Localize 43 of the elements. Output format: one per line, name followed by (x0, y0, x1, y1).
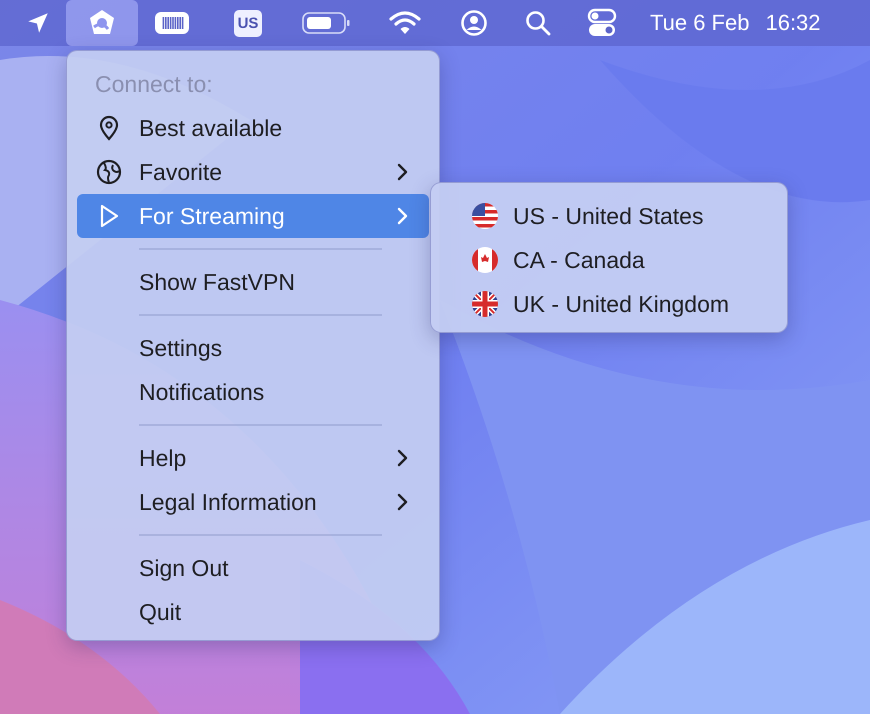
user-circle-icon (460, 9, 488, 37)
menu-item-label: Sign Out (139, 554, 230, 582)
menu-item[interactable]: Best available (77, 106, 429, 150)
menu-item-label: Notifications (139, 378, 266, 406)
menu-item[interactable]: US - United States (441, 194, 777, 238)
menu-item[interactable]: CA - Canada (441, 238, 777, 282)
menu-item[interactable]: Help (77, 436, 429, 480)
menu-item-label: Settings (139, 334, 224, 362)
input-source-button[interactable]: US (206, 0, 290, 46)
menu-item[interactable]: Settings (77, 326, 429, 370)
menu-item-label: Legal Information (139, 488, 318, 516)
battery-icon (301, 10, 351, 36)
menu-item-label: UK - United Kingdom (513, 290, 730, 318)
menu-item[interactable]: For Streaming (77, 194, 429, 238)
wifi-icon (389, 10, 421, 36)
menu-item[interactable]: UK - United Kingdom (441, 282, 777, 326)
menu-item[interactable]: Notifications (77, 370, 429, 414)
menu-item-label: Quit (139, 598, 182, 626)
status-icon-button[interactable] (66, 0, 138, 46)
menu-item[interactable]: Show FastVPN (77, 260, 429, 304)
menu-item[interactable]: Sign Out (77, 546, 429, 590)
flag-icon (471, 246, 499, 274)
menu-item-label: Favorite (139, 158, 224, 186)
menu-item[interactable]: Legal Information (77, 480, 429, 524)
menu-bar-time[interactable]: 16:32 (765, 10, 821, 36)
menu-item-label: For Streaming (139, 202, 286, 230)
toggle-switches-icon (587, 8, 617, 38)
menu-bar-date[interactable]: Tue 6 Feb (650, 10, 750, 36)
menu-item-label: CA - Canada (513, 246, 645, 274)
map-pin-icon (98, 115, 120, 141)
menu-item-label: Best available (139, 114, 284, 142)
globe-icon (96, 159, 122, 185)
menu-item[interactable]: Favorite (77, 150, 429, 194)
flag-icon (471, 202, 499, 230)
search-icon (524, 9, 552, 37)
menu-item-label: Show FastVPN (139, 268, 296, 296)
menu-item-label: Help (139, 444, 188, 472)
flag-icon (471, 290, 499, 318)
menu-item-label: US - United States (513, 202, 704, 230)
menu-item[interactable]: Quit (77, 590, 429, 634)
barcode-icon (154, 10, 190, 36)
play-icon (98, 203, 120, 229)
menu-section-header: Connect to: (94, 70, 214, 99)
